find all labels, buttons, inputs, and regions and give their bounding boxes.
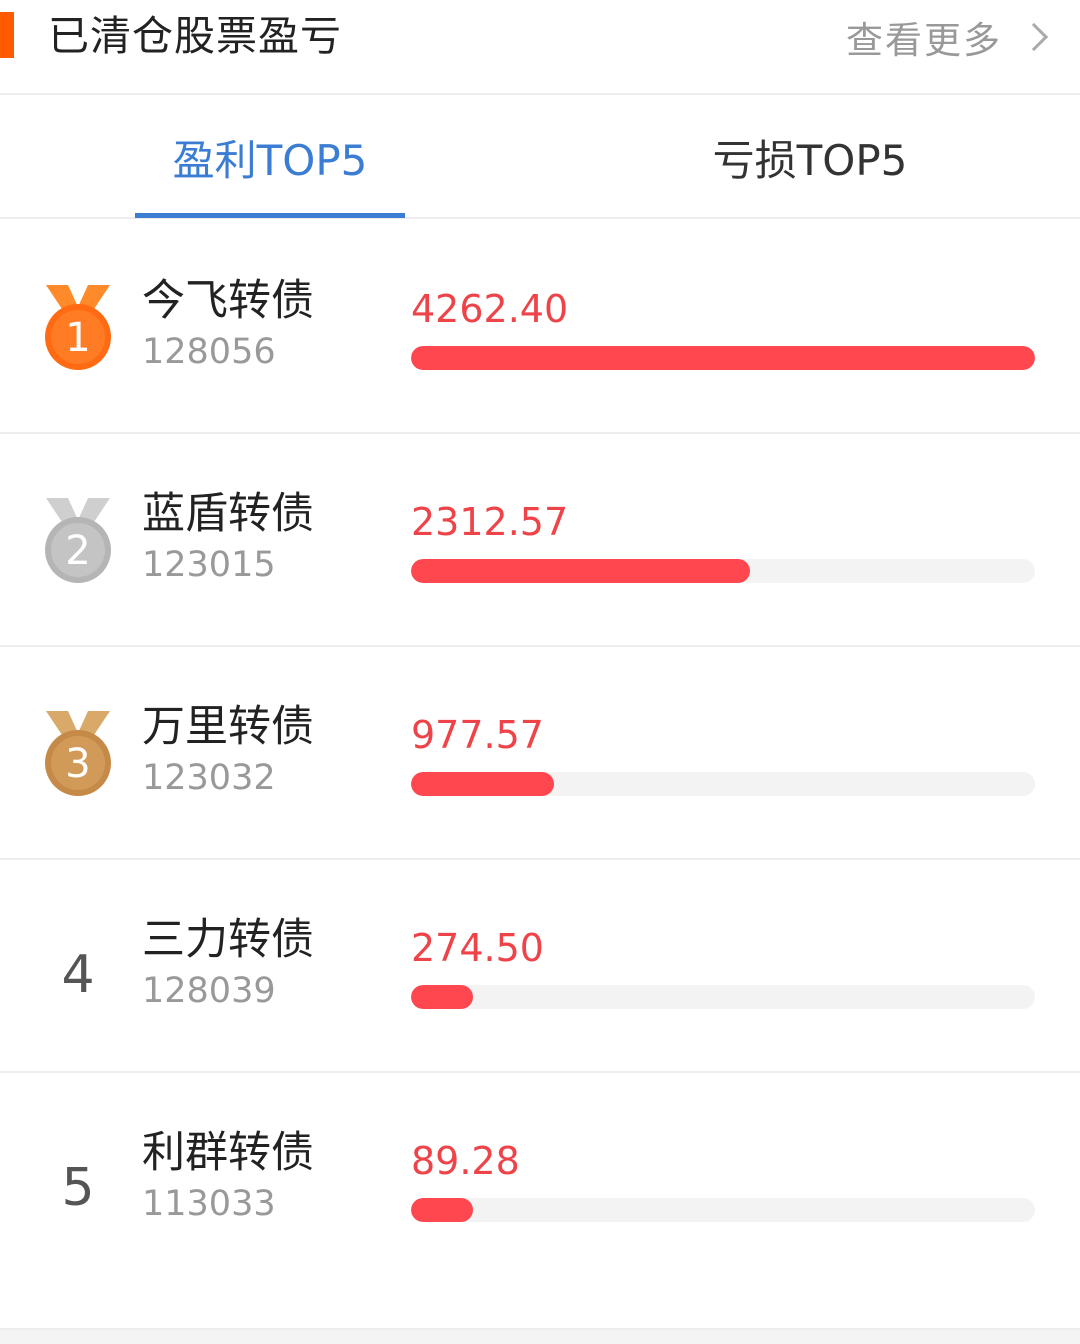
profit-bar-track (411, 985, 1035, 1009)
bond-name: 三力转债 (142, 915, 314, 965)
ranking-list: 1 今飞转债 128056 4262.40 2 蓝盾转债 123015 2312… (0, 221, 1080, 1286)
header-accent-bar (0, 12, 14, 58)
bond-code: 128056 (142, 332, 276, 372)
bottom-divider (0, 1328, 1080, 1344)
bond-code: 123015 (142, 545, 276, 585)
rank-number: 3 (65, 741, 91, 787)
profit-value: 2312.57 (411, 500, 569, 544)
bond-name: 今飞转债 (142, 276, 314, 326)
section-title: 已清仓股票盈亏 (48, 12, 342, 60)
active-tab-indicator (135, 213, 405, 218)
chevron-right-icon (1019, 22, 1049, 52)
profit-bar-fill (411, 772, 554, 796)
profit-bar-fill (411, 559, 750, 583)
profit-bar-track (411, 346, 1035, 370)
bond-code: 113033 (142, 1184, 276, 1224)
section-header: 已清仓股票盈亏 查看更多 (0, 0, 1080, 95)
profit-bar-track (411, 772, 1035, 796)
rank-number: 2 (65, 528, 91, 574)
tab-profit-label: 盈利TOP5 (172, 135, 368, 185)
bond-code: 123032 (142, 758, 276, 798)
profit-value: 274.50 (411, 926, 544, 970)
list-item[interactable]: 3 万里转债 123032 977.57 (0, 647, 1080, 860)
list-item[interactable]: 4 三力转债 128039 274.50 (0, 860, 1080, 1073)
bond-name: 蓝盾转债 (142, 489, 314, 539)
view-more-link[interactable]: 查看更多 (846, 6, 1050, 68)
view-more-label: 查看更多 (846, 19, 1002, 62)
list-item[interactable]: 5 利群转债 113033 89.28 (0, 1073, 1080, 1286)
profit-bar-fill (411, 1198, 473, 1222)
tab-bar: 盈利TOP5 亏损TOP5 (0, 97, 1080, 219)
profit-value: 977.57 (411, 713, 544, 757)
rank-number: 5 (61, 1158, 95, 1218)
profit-bar-fill (411, 346, 1035, 370)
list-item[interactable]: 2 蓝盾转债 123015 2312.57 (0, 434, 1080, 647)
profit-value: 89.28 (411, 1139, 520, 1183)
bond-name: 万里转债 (142, 702, 314, 752)
bond-code: 128039 (142, 971, 276, 1011)
bond-name: 利群转债 (142, 1128, 314, 1178)
tab-loss-top5[interactable]: 亏损TOP5 (675, 97, 945, 217)
tab-loss-label: 亏损TOP5 (712, 135, 908, 185)
rank-number: 4 (61, 945, 95, 1005)
list-item[interactable]: 1 今飞转债 128056 4262.40 (0, 221, 1080, 434)
tab-profit-top5[interactable]: 盈利TOP5 (135, 97, 405, 217)
profit-bar-track (411, 559, 1035, 583)
profit-bar-fill (411, 985, 473, 1009)
profit-value: 4262.40 (411, 287, 569, 331)
profit-bar-track (411, 1198, 1035, 1222)
rank-number: 1 (65, 315, 91, 361)
